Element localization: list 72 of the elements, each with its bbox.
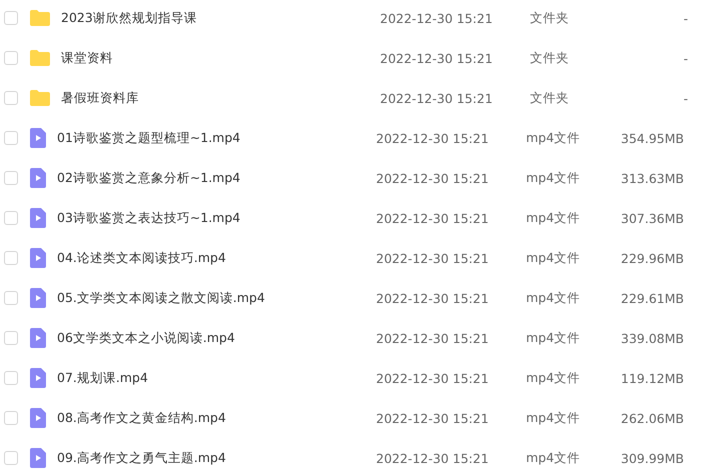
file-name[interactable]: 暑假班资料库 [61, 90, 380, 106]
video-file-icon [30, 168, 46, 188]
file-type: mp4文件 [526, 170, 582, 186]
modified-time: 2022-12-30 15:21 [376, 170, 490, 186]
file-type: mp4文件 [526, 130, 582, 146]
row-checkbox[interactable] [4, 371, 18, 385]
file-name[interactable]: 2023谢欣然规划指导课 [61, 10, 380, 26]
row-checkbox[interactable] [4, 211, 18, 225]
row-checkbox[interactable] [4, 91, 18, 105]
row-checkbox[interactable] [4, 451, 18, 465]
file-size: - [682, 90, 688, 106]
video-file-icon [30, 128, 46, 148]
row-checkbox[interactable] [4, 251, 18, 265]
file-name[interactable]: 08.高考作文之黄金结构.mp4 [57, 410, 376, 426]
modified-time: 2022-12-30 15:21 [376, 250, 490, 266]
file-type: mp4文件 [526, 290, 582, 306]
file-size: - [682, 50, 688, 66]
file-size: 307.36MB [620, 210, 684, 226]
video-file-icon [30, 448, 46, 468]
video-file-icon [30, 408, 46, 428]
folder-icon [30, 10, 50, 26]
file-type: mp4文件 [526, 410, 582, 426]
video-file-icon [30, 248, 46, 268]
row-checkbox[interactable] [4, 331, 18, 345]
file-name[interactable]: 05.文学类文本阅读之散文阅读.mp4 [57, 290, 376, 306]
video-file-icon [30, 328, 46, 348]
row-checkbox[interactable] [4, 291, 18, 305]
modified-time: 2022-12-30 15:21 [376, 410, 490, 426]
file-type: 文件夹 [530, 50, 570, 66]
modified-time: 2022-12-30 15:21 [380, 10, 494, 26]
file-type: mp4文件 [526, 370, 582, 386]
file-type: mp4文件 [526, 210, 582, 226]
file-type: mp4文件 [526, 250, 582, 266]
file-size: 313.63MB [620, 170, 684, 186]
file-size: 354.95MB [620, 130, 684, 146]
video-file-icon [30, 208, 46, 228]
file-size: 229.61MB [620, 290, 684, 306]
modified-time: 2022-12-30 15:21 [376, 290, 490, 306]
file-size: 309.99MB [620, 450, 684, 466]
file-size: 339.08MB [620, 330, 684, 346]
modified-time: 2022-12-30 15:21 [376, 450, 490, 466]
modified-time: 2022-12-30 15:21 [376, 370, 490, 386]
file-size: 119.12MB [620, 370, 684, 386]
file-type: mp4文件 [526, 330, 582, 346]
file-name[interactable]: 02诗歌鉴赏之意象分析~1.mp4 [57, 170, 376, 186]
file-name[interactable]: 09.高考作文之勇气主题.mp4 [57, 450, 376, 466]
file-name[interactable]: 01诗歌鉴赏之题型梳理~1.mp4 [57, 130, 376, 146]
file-name[interactable]: 04.论述类文本阅读技巧.mp4 [57, 250, 376, 266]
file-name[interactable]: 课堂资料 [61, 50, 380, 66]
modified-time: 2022-12-30 15:21 [380, 50, 494, 66]
file-size: - [682, 10, 688, 26]
file-name[interactable]: 06文学类文本之小说阅读.mp4 [57, 330, 376, 346]
row-checkbox[interactable] [4, 11, 18, 25]
row-checkbox[interactable] [4, 51, 18, 65]
folder-icon [30, 50, 50, 66]
video-file-icon [30, 288, 46, 308]
modified-time: 2022-12-30 15:21 [376, 330, 490, 346]
row-checkbox[interactable] [4, 171, 18, 185]
modified-time: 2022-12-30 15:21 [380, 90, 494, 106]
file-type: 文件夹 [530, 10, 570, 26]
modified-time: 2022-12-30 15:21 [376, 210, 490, 226]
row-checkbox[interactable] [4, 411, 18, 425]
folder-icon [30, 90, 50, 106]
file-type: mp4文件 [526, 450, 582, 466]
file-name[interactable]: 03诗歌鉴赏之表达技巧~1.mp4 [57, 210, 376, 226]
modified-time: 2022-12-30 15:21 [376, 130, 490, 146]
file-type: 文件夹 [530, 90, 570, 106]
file-name[interactable]: 07.规划课.mp4 [57, 370, 376, 386]
row-checkbox[interactable] [4, 131, 18, 145]
file-size: 229.96MB [620, 250, 684, 266]
video-file-icon [30, 368, 46, 388]
file-size: 262.06MB [620, 410, 684, 426]
